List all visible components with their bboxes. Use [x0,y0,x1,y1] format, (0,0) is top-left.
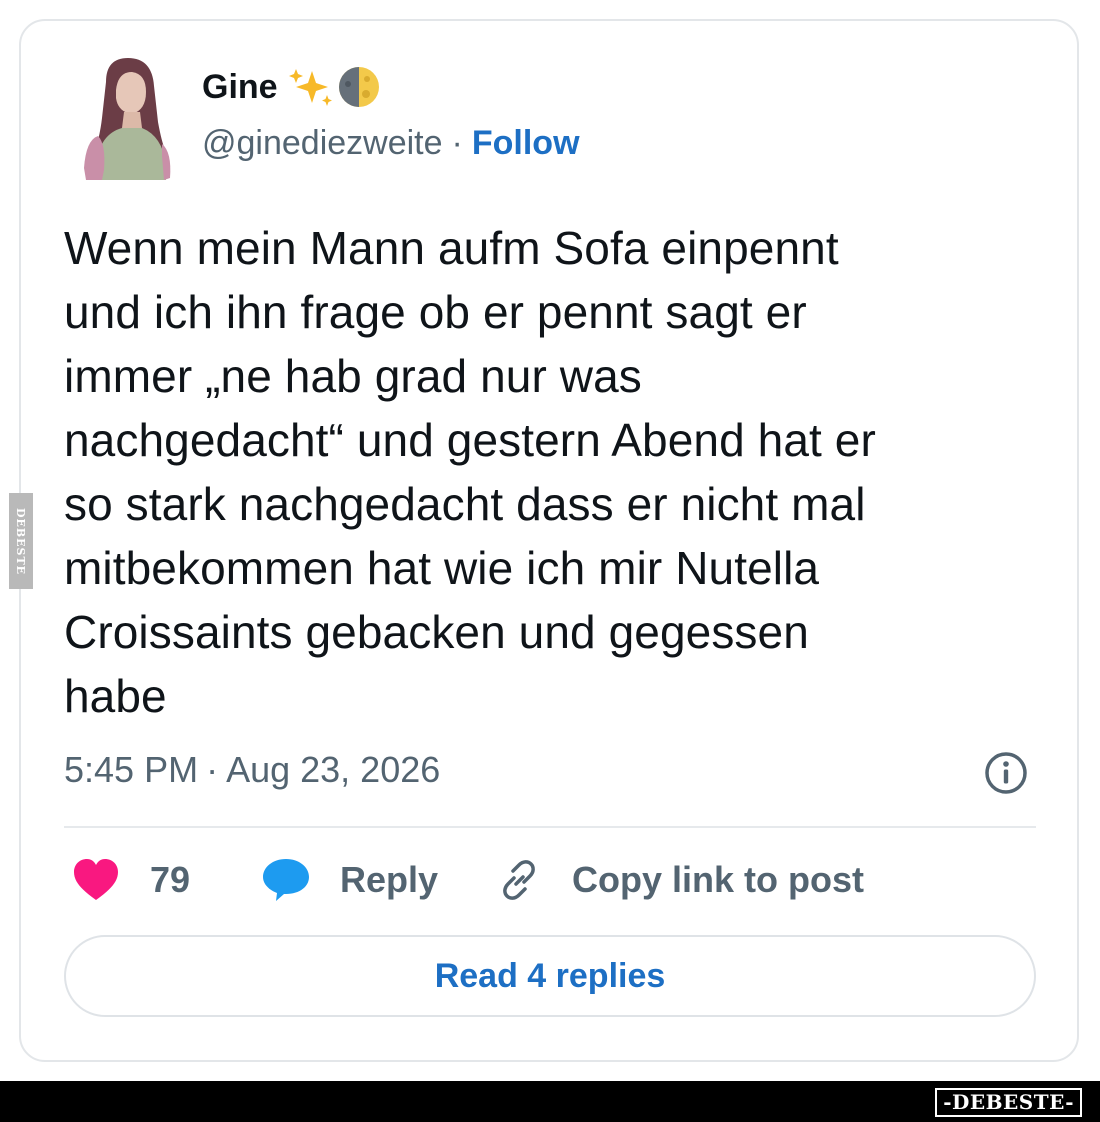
author-name-row: Gine [202,64,382,110]
avatar[interactable] [66,52,186,182]
tweet-line: immer „ne hab grad nur was [64,350,642,402]
read-replies-button[interactable]: Read 4 replies [64,935,1036,1017]
heart-icon [74,859,118,900]
tweet-line: nachgedacht“ und gestern Abend hat er [64,414,876,466]
tweet-line: so stark nachgedacht dass er nicht mal [64,478,866,530]
tweet-time: 5:45 PM [64,749,199,790]
reply-button[interactable]: Reply [262,850,438,910]
copy-link-label: Copy link to post [572,859,864,900]
handle-row: @ginediezweite · Follow [202,124,580,163]
reply-label: Reply [340,859,439,900]
like-count: 79 [150,859,191,900]
info-icon[interactable] [983,750,1029,796]
tweet-text: Wenn mein Mann aufm Sofa einpennt und ic… [64,216,1024,728]
side-watermark: DEBESTE [9,493,33,589]
separator-dot: · [451,124,463,162]
last-quarter-moon-icon [338,67,379,107]
tweet-line: habe [64,670,167,722]
copy-link-button[interactable]: Copy link to post [496,850,864,910]
tweet-line: Wenn mein Mann aufm Sofa einpennt [64,222,839,274]
tweet-line: mitbekommen hat wie ich mir Nutella [64,542,820,594]
name-emojis [288,64,382,110]
author-handle[interactable]: @ginediezweite [202,124,443,163]
timestamp-separator: · [206,749,219,790]
author-name[interactable]: Gine [202,68,278,107]
tweet-timestamp[interactable]: 5:45 PM · Aug 23, 2026 [64,749,440,791]
like-button[interactable]: 79 [72,850,190,910]
sparkles-icon [288,69,332,106]
tweet-line: Croissaints gebacken und gegessen [64,606,809,658]
footer-logo: -DEBESTE- [935,1088,1082,1117]
side-watermark-text: DEBESTE [14,507,28,575]
tweet-line: und ich ihn frage ob er pennt sagt er [64,286,807,338]
tweet-date: Aug 23, 2026 [226,749,441,790]
divider [64,826,1036,828]
footer-bar: -DEBESTE- [0,1081,1100,1122]
read-replies-label: Read 4 replies [434,956,666,995]
link-icon [503,860,535,900]
reply-bubble-icon [263,859,309,901]
follow-button[interactable]: Follow [472,124,580,163]
action-bar: 79 Reply Copy link to post [64,850,1036,910]
